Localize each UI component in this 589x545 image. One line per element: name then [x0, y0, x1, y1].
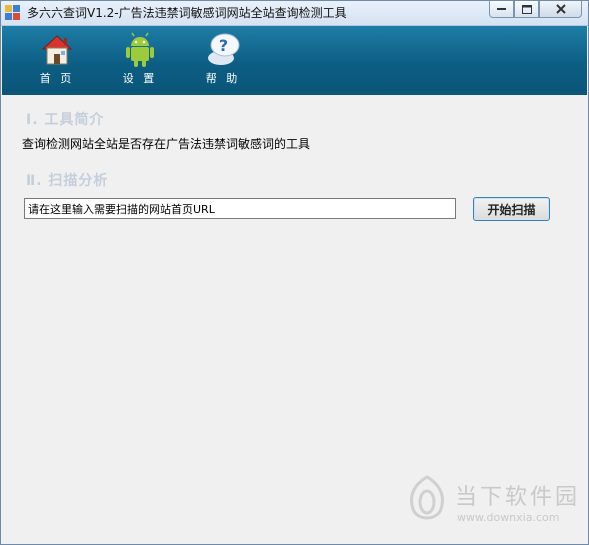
window-title: 多六六查词V1.2-广告法违禁词敏感词网站全站查询检测工具: [27, 6, 347, 20]
toolbar-home-label: 首 页: [39, 72, 75, 85]
app-window: 多六六查词V1.2-广告法违禁词敏感词网站全站查询检测工具 首 页 设 置 ? …: [0, 0, 589, 545]
maximize-button[interactable]: [514, 1, 539, 18]
title-bar[interactable]: 多六六查词V1.2-广告法违禁词敏感词网站全站查询检测工具: [1, 1, 588, 26]
maximize-icon: [521, 4, 532, 14]
window-controls: [489, 1, 582, 19]
url-input[interactable]: [24, 198, 456, 219]
help-bubble-icon: ?: [203, 31, 243, 69]
minimize-button[interactable]: [489, 1, 514, 18]
main-toolbar: 首 页 设 置 ? 帮 助: [2, 26, 587, 95]
intro-description: 查询检测网站全站是否存在广告法违禁词敏感词的工具: [22, 137, 311, 151]
watermark-url: www.downxia.com: [457, 511, 560, 524]
app-icon: [5, 5, 21, 21]
house-icon: [37, 31, 77, 69]
close-icon: [555, 4, 566, 14]
toolbar-help-button[interactable]: ? 帮 助: [193, 31, 253, 89]
scan-section-title: Ⅱ. 扫描分析: [26, 173, 109, 189]
minimize-icon: [496, 8, 506, 10]
watermark-text: 当下软件园: [455, 485, 581, 510]
main-content: Ⅰ. 工具简介 查询检测网站全站是否存在广告法违禁词敏感词的工具 Ⅱ. 扫描分析…: [2, 95, 587, 543]
watermark: 当下软件园 www.downxia.com: [405, 475, 580, 535]
start-scan-button[interactable]: 开始扫描: [473, 197, 550, 221]
toolbar-help-label: 帮 助: [205, 72, 241, 85]
android-icon: [120, 31, 160, 69]
toolbar-settings-button[interactable]: 设 置: [110, 31, 170, 89]
toolbar-settings-label: 设 置: [122, 72, 158, 85]
intro-section-title: Ⅰ. 工具简介: [26, 112, 105, 128]
watermark-logo-icon: [410, 475, 444, 520]
svg-text:?: ?: [219, 36, 231, 55]
close-button[interactable]: [539, 1, 582, 18]
toolbar-home-button[interactable]: 首 页: [27, 31, 87, 89]
